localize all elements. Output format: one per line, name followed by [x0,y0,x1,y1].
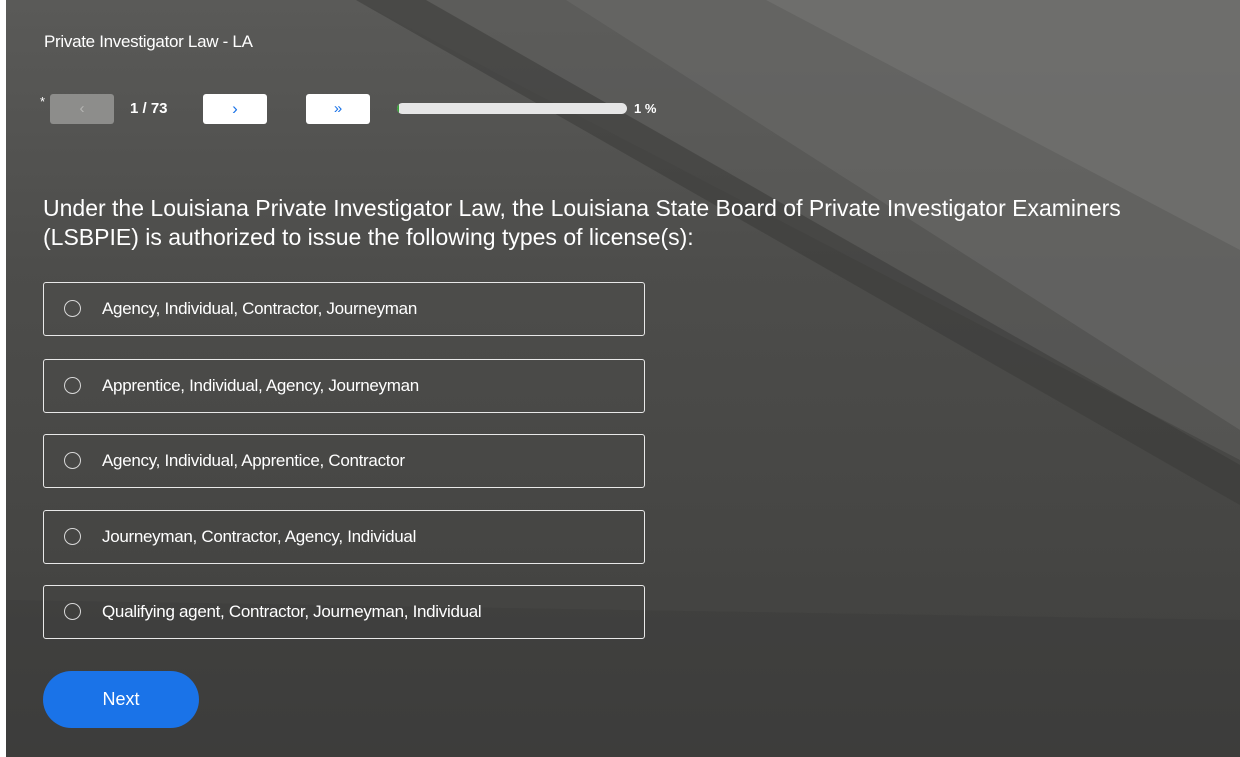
progress-bar [397,103,627,114]
double-chevron-right-icon: » [333,100,343,117]
previous-question-button[interactable]: ‹ [50,94,114,124]
answer-option[interactable]: Agency, Individual, Contractor, Journeym… [43,282,645,336]
radio-icon[interactable] [64,452,81,469]
last-question-button[interactable]: » [306,94,370,124]
answer-option[interactable]: Journeyman, Contractor, Agency, Individu… [43,510,645,564]
next-question-button[interactable]: › [203,94,267,124]
next-button[interactable]: Next [43,671,199,728]
progress-label: 1 % [634,101,657,116]
progress-fill [397,103,400,114]
question-navigation: * ‹ 1 / 73 › » 1 % [6,94,1240,124]
answer-option-label: Agency, Individual, Contractor, Journeym… [102,299,417,318]
chevron-left-icon: ‹ [79,100,85,117]
answer-option-label: Journeyman, Contractor, Agency, Individu… [102,527,417,546]
chevron-right-icon: › [232,99,238,118]
question-counter: 1 / 73 [130,100,168,117]
quiz-title: Private Investigator Law - LA [44,32,253,51]
radio-icon[interactable] [64,377,81,394]
radio-icon[interactable] [64,528,81,545]
quiz-stage: Private Investigator Law - LA * ‹ 1 / 73… [6,0,1240,757]
answer-option[interactable]: Qualifying agent, Contractor, Journeyman… [43,585,645,639]
answer-option-label: Agency, Individual, Apprentice, Contract… [102,451,405,470]
answer-option[interactable]: Apprentice, Individual, Agency, Journeym… [43,359,645,413]
question-text: Under the Louisiana Private Investigator… [43,195,1121,250]
required-marker: * [40,94,46,109]
answer-option-label: Apprentice, Individual, Agency, Journeym… [102,376,419,395]
radio-icon[interactable] [64,300,81,317]
answer-option-label: Qualifying agent, Contractor, Journeyman… [102,602,482,621]
answer-option[interactable]: Agency, Individual, Apprentice, Contract… [43,434,645,488]
radio-icon[interactable] [64,603,81,620]
